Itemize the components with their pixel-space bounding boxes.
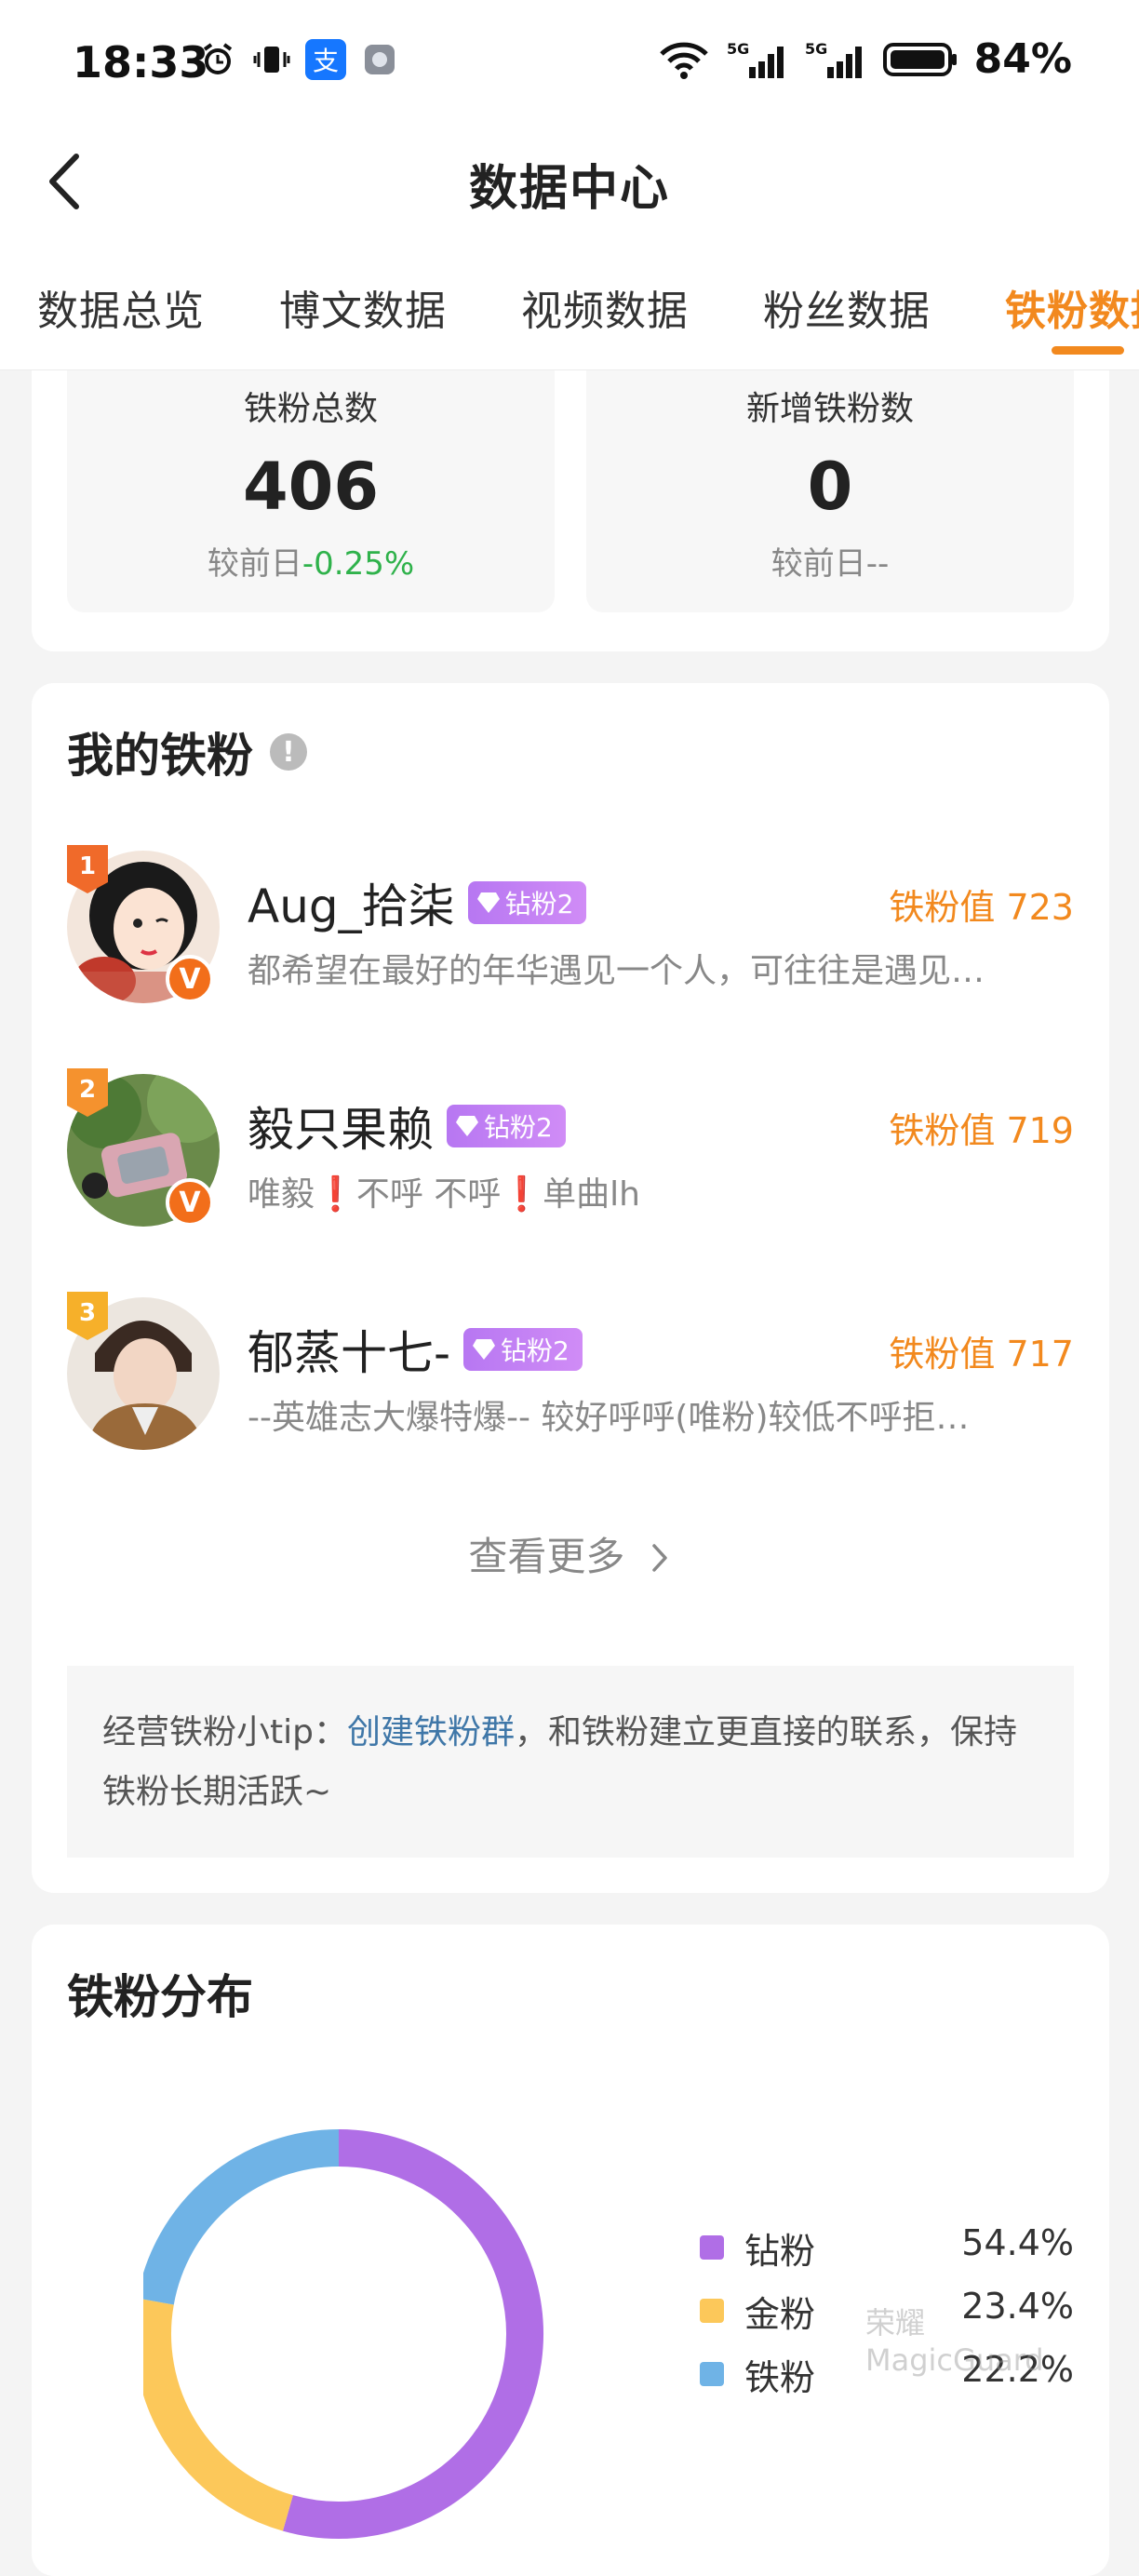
navigation-bar: 数据中心 xyxy=(0,121,1139,242)
verified-v-icon: V xyxy=(166,955,214,1003)
app-notification-icon xyxy=(359,39,400,80)
fan-list-item[interactable]: 3 郁蒸十七- 钻粉2 铁粉值 717 --英雄志大爆特爆-- 较好呼呼(唯粉)… xyxy=(32,1292,1109,1483)
fan-value: 铁粉值 723 xyxy=(889,887,1074,928)
compare-value: -- xyxy=(865,545,890,583)
fan-name: 郁蒸十七- xyxy=(248,1326,451,1380)
legend-swatch xyxy=(700,2299,724,2323)
fan-list-item[interactable]: 1 V Aug_拾柒 钻粉2 铁粉值 723 都希望在最好的年华遇见一个人，可往… xyxy=(32,845,1109,1037)
stat-compare: 较前日-0.25% xyxy=(67,538,555,584)
info-icon[interactable]: ! xyxy=(270,733,307,771)
compare-prefix: 较前日 xyxy=(207,545,302,583)
see-more-button[interactable]: 查看更多 xyxy=(32,1525,1109,1582)
watermark-line-1: 荣耀 xyxy=(865,2305,926,2341)
compare-prefix: 较前日 xyxy=(770,545,866,583)
rank-number: 3 xyxy=(79,1299,96,1327)
vibrate-icon xyxy=(251,39,292,80)
tab-overview[interactable]: 数据总览 xyxy=(37,277,205,337)
tab-iron-fan-data[interactable]: 铁粉数据 xyxy=(1005,277,1139,337)
diamond-icon xyxy=(473,1339,496,1360)
stat-value: 406 xyxy=(242,449,380,525)
my-iron-fans-card: 我的铁粉 ! 1 V Aug_拾柒 钻粉2 铁粉值 723 都希望在最好的年华遇… xyxy=(32,683,1109,1893)
tip-prefix: 经营铁粉小tip： xyxy=(102,1713,347,1751)
tab-video-data[interactable]: 视频数据 xyxy=(521,277,689,337)
magicguard-watermark: 荣耀 MagicGuard xyxy=(865,2304,1044,2379)
fan-value: 铁粉值 719 xyxy=(889,1110,1074,1151)
battery-percent: 84% xyxy=(973,35,1072,83)
verified-v-icon: V xyxy=(166,1178,214,1227)
battery-icon xyxy=(882,42,957,76)
fan-name: 毅只果赖 xyxy=(248,1103,434,1157)
legend-item: 钻粉 54.4% xyxy=(664,2222,1074,2286)
fan-name: Aug_拾柒 xyxy=(248,879,455,933)
fan-level-badge: 钻粉2 xyxy=(467,881,587,924)
fan-level-label: 钻粉2 xyxy=(484,1112,553,1143)
tab-post-data[interactable]: 博文数据 xyxy=(279,277,447,337)
see-more-label: 查看更多 xyxy=(468,1534,625,1579)
fan-level-label: 钻粉2 xyxy=(501,1335,570,1366)
signal-5g-icon: 5G xyxy=(727,40,784,78)
donut-slice-铁粉 xyxy=(143,2129,340,2305)
wifi-icon xyxy=(659,42,708,79)
fan-list-item[interactable]: 2 V 毅只果赖 钻粉2 铁粉值 719 唯毅❗不呼 不呼❗单曲lh xyxy=(32,1068,1109,1260)
iron-fan-tip: 经营铁粉小tip：创建铁粉群，和铁粉建立更直接的联系，保持铁粉长期活跃~ xyxy=(67,1666,1074,1858)
total-iron-fans-stat: 铁粉总数 406 较前日-0.25% xyxy=(67,370,555,612)
rank-number: 2 xyxy=(79,1076,96,1104)
legend-value: 54.4% xyxy=(961,2222,1074,2263)
fan-name-row: 郁蒸十七- 钻粉2 xyxy=(248,1316,583,1383)
distribution-donut-chart xyxy=(143,2129,543,2539)
status-time: 18:33 xyxy=(73,37,209,87)
svg-text:支: 支 xyxy=(313,46,339,76)
stat-compare: 较前日-- xyxy=(586,538,1074,584)
status-right: 5G 5G 84% xyxy=(658,35,1072,83)
legend-label: 铁粉 xyxy=(744,2357,816,2398)
svg-text:5G: 5G xyxy=(727,40,749,58)
fan-name-row: 毅只果赖 钻粉2 xyxy=(248,1093,566,1160)
watermark-line-2: MagicGuard xyxy=(865,2342,1044,2378)
donut-slice-钻粉 xyxy=(282,2129,543,2539)
rank-number: 1 xyxy=(79,852,96,880)
iron-fan-distribution-card: 铁粉分布 钻粉 54.4% 金粉 23.4% 铁粉 22.2% xyxy=(32,1925,1109,2576)
create-fan-group-link[interactable]: 创建铁粉群 xyxy=(347,1713,515,1751)
page-title: 数据中心 xyxy=(468,161,670,217)
summary-card: 铁粉总数 406 较前日-0.25% 新增铁粉数 0 较前日-- xyxy=(32,370,1109,651)
stat-label: 新增铁粉数 xyxy=(745,390,914,428)
new-iron-fans-stat: 新增铁粉数 0 较前日-- xyxy=(586,370,1074,612)
tab-follower-data[interactable]: 粉丝数据 xyxy=(763,277,931,337)
fan-description: 都希望在最好的年华遇见一个人，可往往是遇见… xyxy=(248,952,985,990)
rank-badge: 2 xyxy=(67,1068,108,1117)
alipay-icon: 支 xyxy=(305,39,346,80)
my-fans-title: 我的铁粉 xyxy=(67,729,253,783)
fan-name-row: Aug_拾柒 钻粉2 xyxy=(248,869,587,936)
legend-label: 金粉 xyxy=(744,2294,816,2335)
svg-text:5G: 5G xyxy=(805,40,827,58)
stat-label: 铁粉总数 xyxy=(243,390,378,428)
fan-description: 唯毅❗不呼 不呼❗单曲lh xyxy=(248,1175,640,1214)
section-title: 我的铁粉 ! xyxy=(67,718,307,785)
diamond-icon xyxy=(456,1116,478,1136)
compare-value: -0.25% xyxy=(302,545,415,583)
section-title: 铁粉分布 xyxy=(67,1960,253,2027)
chevron-right-icon xyxy=(651,1544,667,1572)
rank-badge: 1 xyxy=(67,845,108,893)
donut-slice-金粉 xyxy=(143,2299,294,2531)
diamond-icon xyxy=(476,892,500,913)
active-tab-indicator xyxy=(1052,346,1124,355)
fan-level-badge: 钻粉2 xyxy=(463,1328,583,1371)
fan-level-badge: 钻粉2 xyxy=(447,1105,566,1147)
stat-value: 0 xyxy=(807,449,853,525)
alarm-icon xyxy=(197,39,238,80)
legend-swatch xyxy=(700,2235,724,2260)
fan-description: --英雄志大爆特爆-- 较好呼呼(唯粉)较低不呼拒… xyxy=(248,1399,970,1437)
status-icons: 支 xyxy=(197,39,400,80)
signal-5g-icon-2: 5G xyxy=(805,40,862,78)
legend-swatch xyxy=(700,2362,724,2386)
fan-level-label: 钻粉2 xyxy=(504,889,574,919)
distribution-title: 铁粉分布 xyxy=(67,1970,253,2024)
legend-label: 钻粉 xyxy=(744,2231,816,2272)
fan-value: 铁粉值 717 xyxy=(889,1334,1074,1375)
rank-badge: 3 xyxy=(67,1292,108,1340)
status-bar: 18:33 支 5G 5G 84% xyxy=(0,0,1139,121)
tab-bar: 数据总览 博文数据 视频数据 粉丝数据 铁粉数据 xyxy=(0,242,1139,370)
